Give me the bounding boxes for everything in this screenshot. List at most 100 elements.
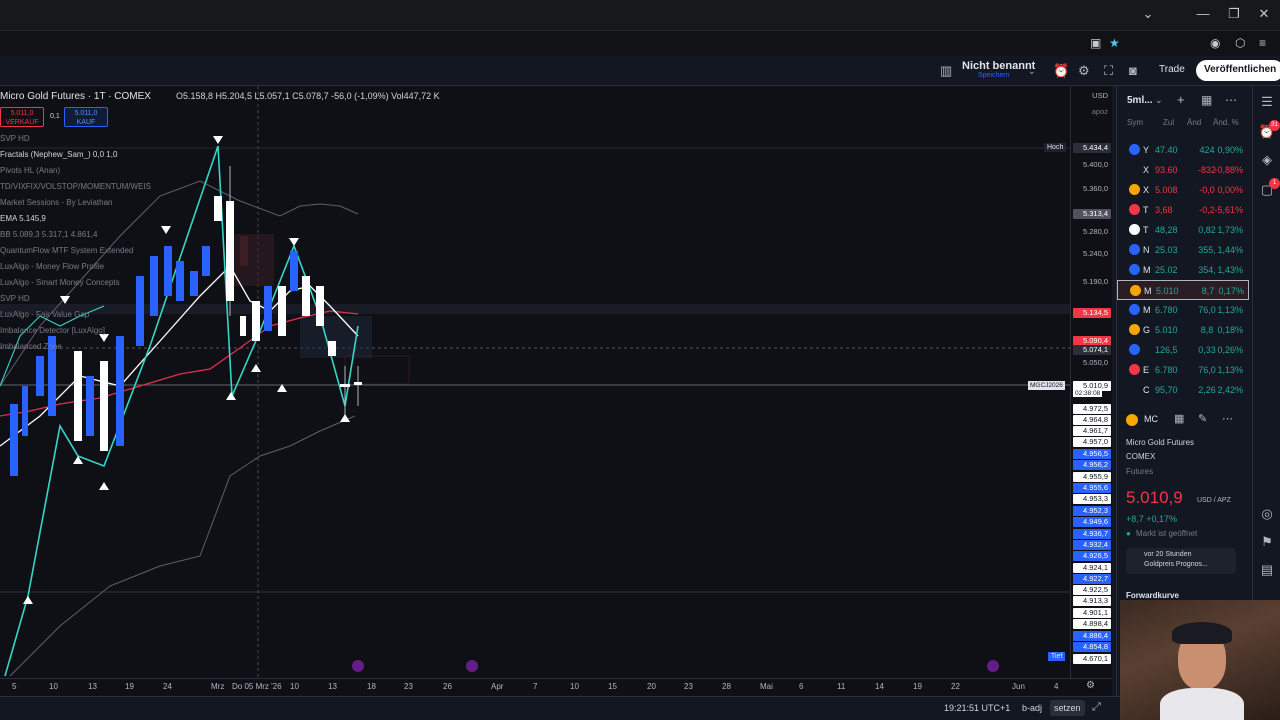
- currency-label[interactable]: USD: [1073, 91, 1111, 100]
- chevron-down-icon[interactable]: ⌄: [1155, 95, 1163, 106]
- symbol-title[interactable]: Micro Gold Futures · 1T · COMEX: [0, 91, 151, 102]
- price-tick: 5.240,0: [1082, 249, 1108, 258]
- indicator-label[interactable]: Imbalance Detector [LuxAlgo]: [0, 326, 105, 335]
- time-tick: 23: [404, 682, 413, 691]
- chevron-down-icon[interactable]: ⌄: [1138, 6, 1158, 22]
- chart-canvas[interactable]: [0, 86, 1112, 696]
- quantity[interactable]: 0,1: [50, 113, 60, 120]
- sell-label: VERKAUF: [5, 119, 39, 126]
- time-axis[interactable]: 5 10 13 19 24 Mrz Do 05 Mrz '26 10 13 18 23 26 Apr 7 1…: [0, 678, 1112, 696]
- gear-icon[interactable]: ⚙: [1086, 680, 1095, 691]
- signal-icon[interactable]: ⚑: [1258, 534, 1276, 550]
- forward-curve-label[interactable]: Forwardkurve: [1126, 591, 1179, 600]
- price-tick: 4.886,4: [1073, 631, 1111, 641]
- watchlist-columns: Sym Zul Änd Änd. %: [1117, 118, 1253, 134]
- low-label: Tief: [1048, 652, 1066, 661]
- watchlist-row[interactable]: M 25.02 354, 1,43%: [1117, 260, 1249, 280]
- calendar-icon[interactable]: ▤: [1258, 562, 1276, 578]
- watchlist-row[interactable]: G 5.010 8,8 0,18%: [1117, 320, 1249, 340]
- indicator-label[interactable]: LuxAlgo - Fair Value Gap: [0, 310, 89, 319]
- b-adj-toggle[interactable]: b-adj: [1022, 703, 1042, 713]
- row-change-pct: 2,42%: [1217, 385, 1243, 395]
- restore-icon[interactable]: ❐: [1224, 6, 1244, 22]
- fullscreen-icon[interactable]: ⛶: [1104, 63, 1113, 79]
- account-icon[interactable]: ◉: [1210, 36, 1220, 50]
- edit-icon[interactable]: ✎: [1198, 412, 1207, 425]
- menu-icon[interactable]: ≡: [1259, 36, 1266, 50]
- target-icon[interactable]: ◎: [1258, 506, 1276, 522]
- watchlist-row[interactable]: N 25.03 355, 1,44%: [1117, 240, 1249, 260]
- gear-icon[interactable]: ⚙: [1078, 63, 1090, 79]
- watchlist-row[interactable]: X 93.60 -832 -0,88%: [1117, 160, 1249, 180]
- person-cap: [1172, 622, 1232, 644]
- col-symbol[interactable]: Sym: [1127, 118, 1143, 127]
- publish-button[interactable]: Veröffentlichen: [1196, 60, 1280, 81]
- col-last[interactable]: Zul: [1163, 118, 1174, 127]
- row-last-price: 95,70: [1155, 385, 1178, 395]
- indicator-label[interactable]: Market Sessions - By Leviathan: [0, 198, 113, 207]
- time-tick: 5: [12, 682, 17, 691]
- indicator-label[interactable]: LuxAlgo - Smart Money Concepts: [0, 278, 120, 287]
- indicator-label[interactable]: Fractals (Nephew_Sam_) 0,0 1,0: [0, 150, 117, 159]
- row-last-price: 126,5: [1155, 345, 1178, 355]
- watchlist-row[interactable]: 126,5 0,33 0,26%: [1117, 340, 1249, 360]
- indicator-label[interactable]: SVP HD: [0, 294, 30, 303]
- symbol-name[interactable]: Micro Gold Futures: [1126, 438, 1194, 447]
- watchlist-row[interactable]: X 5.008 -0,0 0,00%: [1117, 180, 1249, 200]
- news-item[interactable]: vor 20 Stunden Goldpreis Prognos...: [1126, 548, 1236, 574]
- market-open-dot: ●: [1126, 529, 1131, 538]
- watchlist-row[interactable]: T 48,28 0,82 1,73%: [1117, 220, 1249, 240]
- watchlist-row[interactable]: Y 47.40 424 0,90%: [1117, 140, 1249, 160]
- minimize-icon[interactable]: —: [1193, 6, 1213, 21]
- settings-button[interactable]: setzen: [1050, 700, 1085, 716]
- more-icon[interactable]: ⋯: [1225, 93, 1237, 107]
- add-symbol-icon[interactable]: +: [1177, 92, 1185, 107]
- watchlist-title[interactable]: 5ml...: [1127, 95, 1153, 106]
- row-symbol: X: [1143, 185, 1150, 195]
- camera-icon[interactable]: ◙: [1129, 63, 1137, 78]
- watchlist-icon[interactable]: ☰: [1258, 94, 1276, 110]
- col-change-pct[interactable]: Änd. %: [1213, 118, 1239, 127]
- layout-icon[interactable]: ▥: [940, 63, 952, 79]
- indicator-label[interactable]: Pivots HL (Anan): [0, 166, 60, 175]
- watchlist-row[interactable]: M 5.010 8,7 0,17%: [1117, 280, 1249, 300]
- indicator-label[interactable]: BB 5.089,3 5.317,1 4.861,4: [0, 230, 97, 239]
- buy-button[interactable]: 5.011,0 KAUF: [64, 107, 108, 127]
- indicator-label[interactable]: EMA 5.145,9: [0, 214, 46, 223]
- watchlist-row[interactable]: T 3,68 -0,2 -5,61%: [1117, 200, 1249, 220]
- trade-button[interactable]: Trade: [1152, 61, 1192, 81]
- row-change-pct: 1,13%: [1217, 365, 1243, 375]
- chevron-down-icon[interactable]: ⌄: [1028, 66, 1036, 77]
- indicator-label[interactable]: QuantumFlow MTF System Extended: [0, 246, 133, 255]
- close-icon[interactable]: ✕: [1254, 6, 1274, 22]
- indicator-label[interactable]: SVP HD: [0, 134, 30, 143]
- indicator-label[interactable]: Imbalanced Zone: [0, 342, 62, 351]
- sell-button[interactable]: 5.011,0 VERKAUF: [0, 107, 44, 127]
- grid-icon[interactable]: ▦: [1201, 93, 1212, 107]
- screenshot-icon[interactable]: ▣: [1090, 36, 1101, 50]
- row-change-pct: 0,17%: [1218, 286, 1244, 296]
- extension-icon[interactable]: ⬡: [1235, 36, 1245, 50]
- indicator-label[interactable]: TD/VIXFIX/VOLSTOP/MOMENTUM/WEIS: [0, 182, 151, 191]
- expand-icon[interactable]: ⤢: [1092, 701, 1101, 714]
- indicator-label[interactable]: LuxAlgo - Money Flow Profile: [0, 262, 104, 271]
- grid-icon[interactable]: ▦: [1174, 412, 1184, 425]
- price-tick: 5.313,4: [1073, 209, 1111, 219]
- price-scale[interactable]: USD apoz 5.434,4 5.400,0 5.360,0 5.313,4 5.2…: [1070, 86, 1112, 678]
- watchlist-row[interactable]: M 6.780 76,0 1,13%: [1117, 300, 1249, 320]
- alert-icon[interactable]: ⏰: [1053, 63, 1069, 79]
- time-tick: 13: [88, 682, 97, 691]
- price-tick: 4.922,7: [1073, 574, 1111, 584]
- time-tick: 19: [125, 682, 134, 691]
- col-change[interactable]: Änd: [1187, 118, 1201, 127]
- more-icon[interactable]: ⋯: [1222, 412, 1233, 425]
- row-symbol: T: [1143, 225, 1149, 235]
- watchlist-row[interactable]: C 95,70 2,26 2,42%: [1117, 380, 1249, 400]
- price-tick: 4.955,6: [1073, 483, 1111, 493]
- star-icon[interactable]: ★: [1109, 36, 1120, 50]
- layers-icon[interactable]: ◈: [1258, 152, 1276, 168]
- clock[interactable]: 19:21:51 UTC+1: [944, 703, 1010, 713]
- symbol-short[interactable]: MC: [1144, 414, 1158, 424]
- watchlist-row[interactable]: E 6.780 76,0 1,13%: [1117, 360, 1249, 380]
- layout-name[interactable]: Nicht benannt: [962, 60, 1035, 72]
